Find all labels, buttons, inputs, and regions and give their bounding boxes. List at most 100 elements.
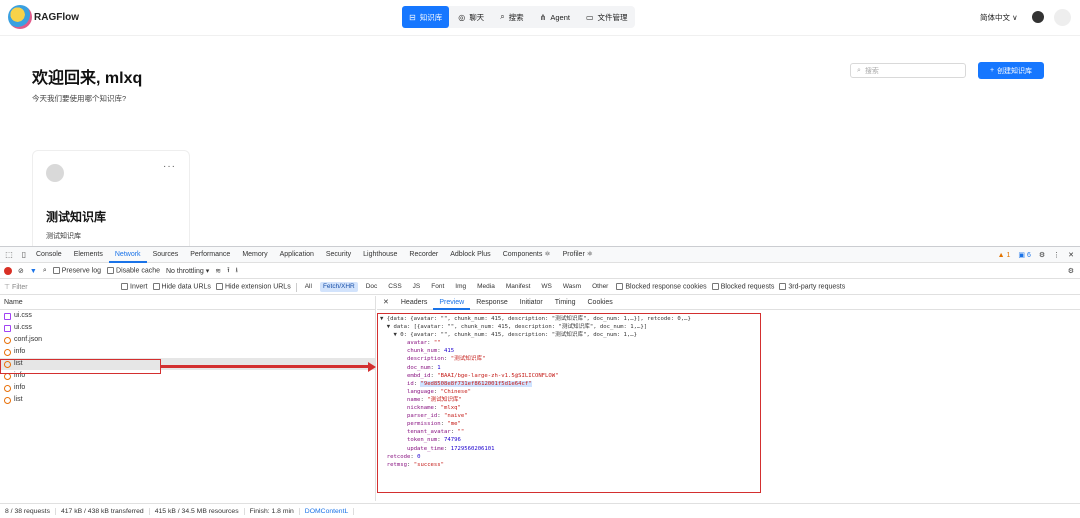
type-filter-manifest[interactable]: Manifest xyxy=(503,282,534,292)
tab-memory[interactable]: Memory xyxy=(236,247,273,263)
device-toggle-icon[interactable]: ▯ xyxy=(18,250,30,259)
kebab-menu-icon[interactable]: ⋮ xyxy=(1053,251,1060,259)
record-icon[interactable] xyxy=(4,267,12,275)
nav-chat[interactable]: ◎ 聊天 xyxy=(451,6,491,28)
json-value: 1729560206101 xyxy=(450,445,495,452)
disable-cache-checkbox[interactable]: Disable cache xyxy=(107,267,160,275)
hide-extension-urls-checkbox[interactable]: Hide extension URLs xyxy=(215,283,291,291)
checkbox xyxy=(779,283,787,291)
type-filter-other[interactable]: Other xyxy=(589,282,611,292)
search-input[interactable]: ⌕ 搜索 xyxy=(850,63,966,78)
search-icon[interactable]: ⌕ xyxy=(43,267,47,275)
tab-performance[interactable]: Performance xyxy=(184,247,236,263)
tab-sources[interactable]: Sources xyxy=(147,247,185,263)
devtools-tabbar: ⬚ ▯ Console Elements Network Sources Per… xyxy=(0,247,1080,263)
request-row[interactable]: info xyxy=(0,382,375,394)
info-badge[interactable]: ▣ 6 xyxy=(1018,251,1030,259)
tab-headers[interactable]: Headers xyxy=(395,296,433,310)
user-avatar[interactable] xyxy=(1054,9,1071,26)
tab-cookies[interactable]: Cookies xyxy=(582,296,619,310)
request-name: info xyxy=(14,348,26,355)
request-row[interactable]: list xyxy=(0,394,375,406)
request-row[interactable]: conf.json xyxy=(0,334,375,346)
type-filter-ws[interactable]: WS xyxy=(538,282,554,292)
type-filter-font[interactable]: Font xyxy=(428,282,447,292)
tab-recorder[interactable]: Recorder xyxy=(403,247,444,263)
type-filter-media[interactable]: Media xyxy=(474,282,498,292)
tab-lighthouse[interactable]: Lighthouse xyxy=(357,247,403,263)
devtools-actions: ▲ 1 ▣ 6 ⚙ ⋮ ✕ xyxy=(998,247,1074,263)
close-detail-icon[interactable]: ✕ xyxy=(377,296,395,310)
network-settings-icon[interactable]: ⚙ xyxy=(1068,267,1074,275)
type-filter-img[interactable]: Img xyxy=(452,282,469,292)
more-icon[interactable]: ··· xyxy=(163,161,176,172)
knowledge-base-card[interactable]: ··· 测试知识库 测试知识库 xyxy=(32,150,190,246)
blocked-requests-checkbox[interactable]: Blocked requests xyxy=(711,283,775,291)
tab-components[interactable]: Components ⚛ xyxy=(497,247,557,263)
checkbox-label: Blocked response cookies xyxy=(625,283,707,291)
tab-initiator[interactable]: Initiator xyxy=(514,296,549,310)
type-filter-doc[interactable]: Doc xyxy=(363,282,381,292)
tab-adblock[interactable]: Adblock Plus xyxy=(444,247,496,263)
blocked-response-cookies-checkbox[interactable]: Blocked response cookies xyxy=(616,283,707,291)
third-party-requests-checkbox[interactable]: 3rd-party requests xyxy=(779,283,845,291)
settings-gear-icon[interactable]: ⚙ xyxy=(1039,251,1045,259)
filter-input[interactable]: ⊤ Filter xyxy=(4,283,116,291)
status-resources: 415 kB / 34.5 MB resources xyxy=(150,507,245,515)
json-root-line[interactable]: ▼ {data: {avatar: "", chunk_num: 415, de… xyxy=(380,315,758,323)
tab-timing[interactable]: Timing xyxy=(549,296,582,310)
filter-icon[interactable]: ▼ xyxy=(30,268,37,275)
language-selector[interactable]: 简体中文 ∨ xyxy=(980,12,1018,23)
clear-icon[interactable]: ⊘ xyxy=(18,267,24,275)
checkbox xyxy=(107,267,115,275)
upload-icon[interactable]: ⭱ xyxy=(227,266,229,277)
request-row[interactable]: ui.css xyxy=(0,322,375,334)
type-filter-js[interactable]: JS xyxy=(410,282,424,292)
nav-agent[interactable]: ⋔ Agent xyxy=(533,6,577,28)
warning-badge[interactable]: ▲ 1 xyxy=(998,252,1011,259)
github-icon[interactable] xyxy=(1032,11,1044,23)
json-value: "Chinese" xyxy=(440,388,471,395)
tab-application[interactable]: Application xyxy=(274,247,320,263)
checkbox-label: Preserve log xyxy=(61,267,102,275)
json-key: parser_id xyxy=(406,413,438,420)
annotation-arrowhead xyxy=(368,362,376,372)
filter-bar: ⊤ Filter Invert Hide data URLs Hide exte… xyxy=(0,280,1080,295)
type-filter-css[interactable]: CSS xyxy=(385,282,404,292)
tab-security[interactable]: Security xyxy=(320,247,357,263)
name-column-header[interactable]: Name xyxy=(0,296,375,310)
type-filter-all[interactable]: All xyxy=(302,282,315,292)
nav-knowledge-base[interactable]: ⊟ 知识库 xyxy=(402,6,450,28)
brand-name[interactable]: RAGFlow xyxy=(34,12,79,23)
json-data-line[interactable]: ▼ data: [{avatar: "", chunk_num: 415, de… xyxy=(380,323,758,331)
request-row[interactable]: ui.css xyxy=(0,310,375,322)
type-filter-wasm[interactable]: Wasm xyxy=(560,282,584,292)
invert-checkbox[interactable]: Invert xyxy=(121,283,148,291)
checkbox-label: Blocked requests xyxy=(720,283,775,291)
throttling-select[interactable]: No throttling ▾ xyxy=(166,267,209,275)
request-row[interactable]: info xyxy=(0,346,375,358)
nav-file-management[interactable]: ▭ 文件管理 xyxy=(579,6,635,28)
close-icon[interactable]: ✕ xyxy=(1068,251,1074,259)
ragflow-logo[interactable] xyxy=(8,5,32,29)
json-field-line: description: "测试知识库" xyxy=(406,356,486,363)
wifi-icon[interactable]: ≋ xyxy=(215,267,221,275)
json-item-line[interactable]: ▼ 0: {avatar: "", chunk_num: 415, descri… xyxy=(380,331,758,339)
hide-data-urls-checkbox[interactable]: Hide data URLs xyxy=(152,283,211,291)
json-field-line: language: "Chinese" xyxy=(406,388,471,395)
type-filter-fetch-xhr[interactable]: Fetch/XHR xyxy=(319,282,358,292)
tab-response[interactable]: Response xyxy=(470,296,514,310)
download-icon[interactable]: ⭳ xyxy=(236,266,238,277)
json-value: 1 xyxy=(437,364,441,371)
tab-network[interactable]: Network xyxy=(108,247,147,263)
tab-profiler[interactable]: Profiler ⚛ xyxy=(557,247,599,263)
create-knowledge-base-button[interactable]: + 创建知识库 xyxy=(978,62,1044,79)
tab-console[interactable]: Console xyxy=(30,247,68,263)
preserve-log-checkbox[interactable]: Preserve log xyxy=(52,267,102,275)
nav-search[interactable]: ⌕ 搜索 xyxy=(493,6,530,28)
tab-elements[interactable]: Elements xyxy=(68,247,109,263)
tab-preview[interactable]: Preview xyxy=(433,296,471,310)
request-name: ui.css xyxy=(14,324,32,331)
json-retmsg-line: retmsg: "success" xyxy=(386,461,445,468)
inspect-icon[interactable]: ⬚ xyxy=(3,250,15,259)
